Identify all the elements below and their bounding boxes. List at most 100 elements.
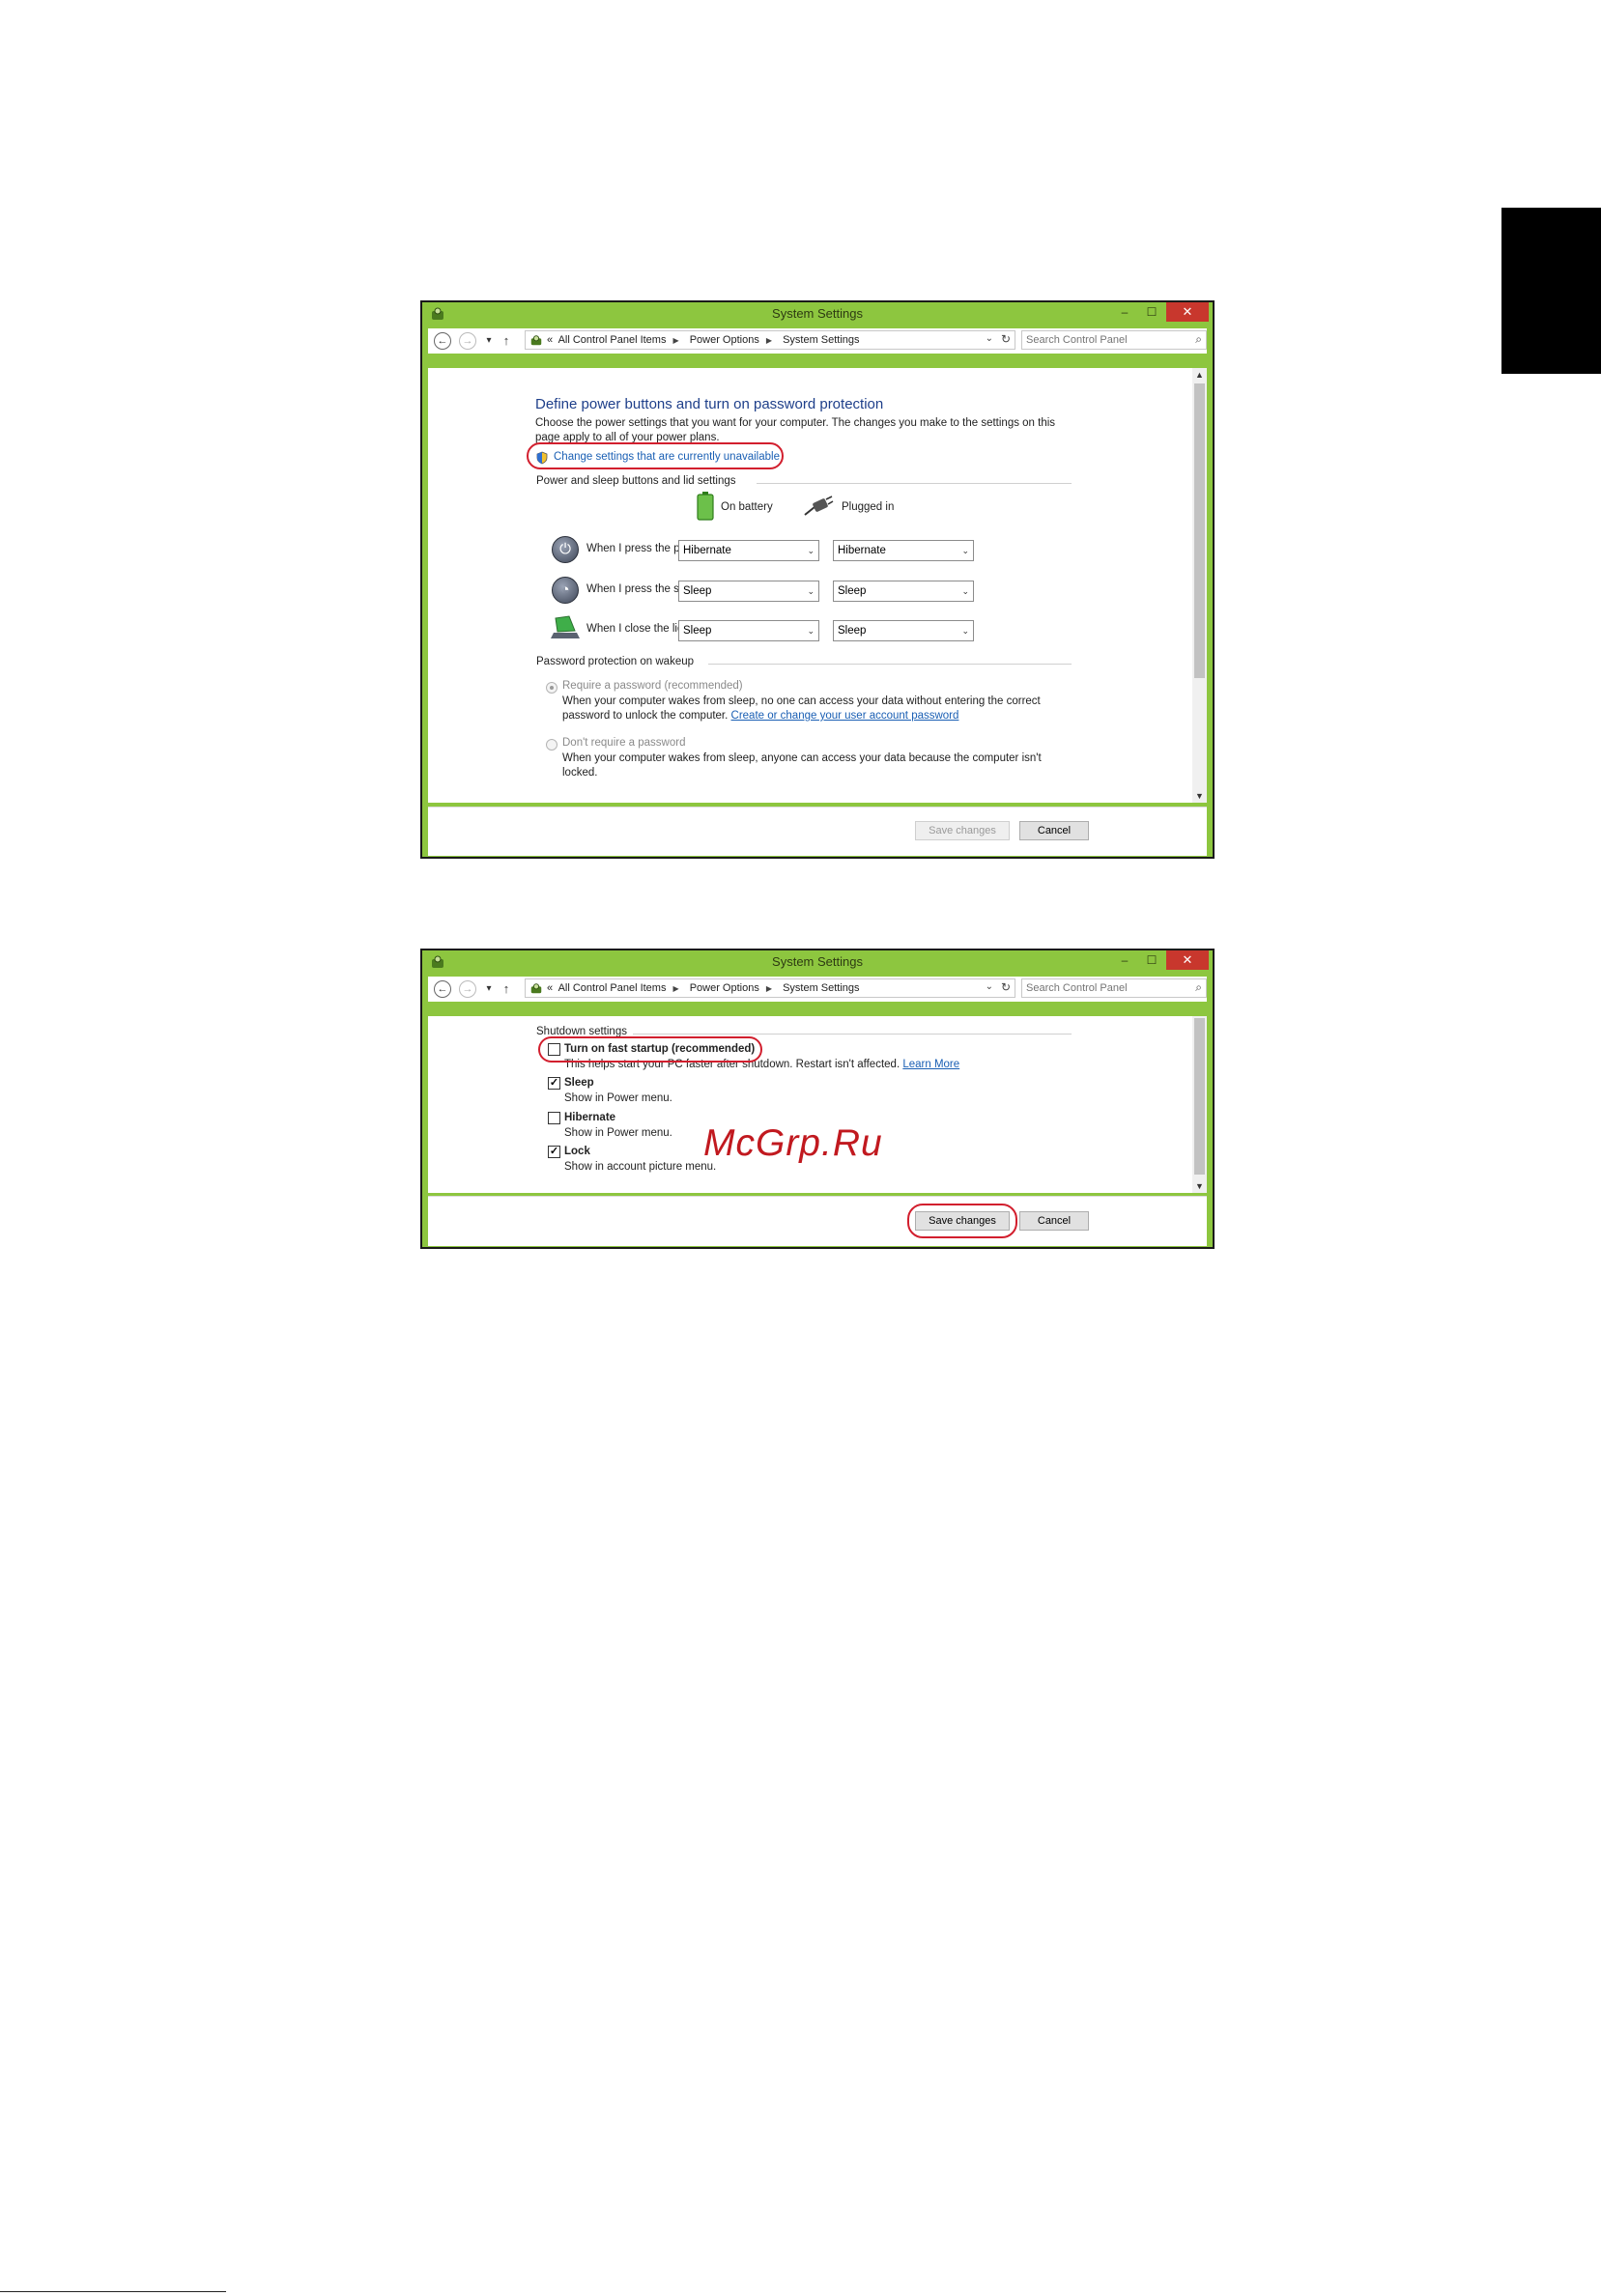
- close-lid-plugged-in-select[interactable]: Sleep ⌄: [833, 620, 974, 641]
- search-input[interactable]: [1026, 332, 1181, 348]
- close-lid-on-battery-select[interactable]: Sleep ⌄: [678, 620, 819, 641]
- scroll-down-icon[interactable]: ▼: [1192, 1179, 1207, 1193]
- require-password-description: When your computer wakes from sleep, no …: [562, 694, 1084, 723]
- dialog-footer: Save changes Cancel: [428, 1196, 1207, 1246]
- section-divider: [757, 483, 1072, 484]
- forward-button[interactable]: →: [459, 980, 476, 998]
- hibernate-label: Hibernate: [564, 1112, 616, 1123]
- recent-locations-button[interactable]: ▾: [480, 980, 498, 998]
- no-password-label: Don't require a password: [562, 737, 686, 749]
- no-password-description: When your computer wakes from sleep, any…: [562, 752, 1042, 779]
- learn-more-link[interactable]: Learn More: [902, 1059, 959, 1070]
- sleep-button-icon: ◔: [552, 577, 579, 604]
- search-box[interactable]: ⌕: [1021, 330, 1207, 350]
- highlight-oval: [907, 1204, 1017, 1238]
- cancel-button[interactable]: Cancel: [1019, 821, 1089, 840]
- close-button[interactable]: ✕: [1166, 302, 1209, 322]
- sleep-description: Show in Power menu.: [564, 1092, 672, 1104]
- sleep-button-on-battery-select[interactable]: Sleep ⌄: [678, 581, 819, 602]
- select-value: Sleep: [838, 625, 867, 637]
- select-value: Hibernate: [838, 545, 886, 556]
- chevron-down-icon[interactable]: ⌄: [986, 981, 993, 992]
- lock-description: Show in account picture menu.: [564, 1161, 717, 1173]
- search-box[interactable]: ⌕: [1021, 978, 1207, 998]
- scroll-down-icon[interactable]: ▼: [1192, 789, 1207, 803]
- section-divider: [708, 664, 1072, 665]
- search-icon[interactable]: ⌕: [1195, 332, 1202, 347]
- minimize-button[interactable]: –: [1114, 950, 1135, 970]
- select-value: Sleep: [683, 625, 712, 637]
- control-panel-icon: [530, 983, 542, 994]
- breadcrumb-overflow[interactable]: «: [547, 982, 553, 994]
- maximize-button[interactable]: ☐: [1141, 302, 1162, 322]
- forward-button[interactable]: →: [459, 332, 476, 350]
- chapter-tab: [1501, 208, 1601, 374]
- refresh-icon[interactable]: ↻: [1001, 980, 1011, 994]
- lock-checkbox[interactable]: ✓: [548, 1146, 560, 1158]
- refresh-icon[interactable]: ↻: [1001, 332, 1011, 346]
- breadcrumb-power-options[interactable]: Power Options: [690, 982, 759, 994]
- scroll-thumb[interactable]: [1194, 383, 1205, 678]
- address-bar[interactable]: « All Control Panel Items ▶ Power Options…: [525, 330, 1015, 350]
- breadcrumb-overflow[interactable]: «: [547, 334, 553, 346]
- hibernate-description: Show in Power menu.: [564, 1127, 672, 1139]
- back-button[interactable]: ←: [434, 332, 451, 350]
- breadcrumb-system-settings[interactable]: System Settings: [783, 982, 859, 994]
- sleep-button-plugged-in-select[interactable]: Sleep ⌄: [833, 581, 974, 602]
- section-divider: [633, 1034, 1072, 1035]
- breadcrumb-separator-icon: ▶: [765, 336, 772, 345]
- vertical-scrollbar[interactable]: ▲ ▼: [1192, 368, 1207, 803]
- lock-label: Lock: [564, 1146, 590, 1157]
- power-button-plugged-in-select[interactable]: Hibernate ⌄: [833, 540, 974, 561]
- chevron-down-icon: ⌄: [807, 546, 815, 555]
- sleep-checkbox[interactable]: ✓: [548, 1077, 560, 1090]
- back-button[interactable]: ←: [434, 980, 451, 998]
- require-password-label: Require a password (recommended): [562, 680, 743, 692]
- chevron-down-icon: ⌄: [961, 546, 969, 555]
- breadcrumb-all-control-panel-items[interactable]: All Control Panel Items: [558, 982, 667, 994]
- power-section-label: Power and sleep buttons and lid settings: [536, 475, 736, 487]
- up-button[interactable]: ↑: [498, 332, 515, 350]
- breadcrumb: « All Control Panel Items ▶ Power Options…: [547, 334, 863, 346]
- title-bar[interactable]: System Settings – ☐ ✕: [422, 950, 1213, 974]
- system-settings-window: System Settings – ☐ ✕ ← → ▾ ↑ « All Cont…: [420, 300, 1215, 859]
- title-bar[interactable]: System Settings – ☐ ✕: [422, 302, 1213, 326]
- search-icon[interactable]: ⌕: [1195, 980, 1202, 995]
- breadcrumb-separator-icon: ▶: [672, 336, 679, 345]
- close-button[interactable]: ✕: [1166, 950, 1209, 970]
- scroll-up-icon[interactable]: ▲: [1192, 368, 1207, 382]
- recent-locations-button[interactable]: ▾: [480, 332, 498, 350]
- vertical-scrollbar[interactable]: ▼: [1192, 1016, 1207, 1193]
- power-button-on-battery-select[interactable]: Hibernate ⌄: [678, 540, 819, 561]
- minimize-button[interactable]: –: [1114, 302, 1135, 322]
- breadcrumb-system-settings[interactable]: System Settings: [783, 334, 859, 346]
- battery-icon: [697, 492, 714, 521]
- chevron-down-icon: ⌄: [961, 586, 969, 596]
- select-value: Sleep: [838, 585, 867, 597]
- page-title: Define power buttons and turn on passwor…: [535, 396, 884, 412]
- search-input[interactable]: [1026, 980, 1181, 996]
- chevron-down-icon: ⌄: [807, 586, 815, 596]
- chevron-down-icon[interactable]: ⌄: [986, 333, 993, 344]
- maximize-button[interactable]: ☐: [1141, 950, 1162, 970]
- select-value: Hibernate: [683, 545, 731, 556]
- hibernate-checkbox[interactable]: [548, 1112, 560, 1124]
- power-button-icon: ⏻: [552, 536, 579, 563]
- save-changes-button[interactable]: Save changes: [915, 821, 1010, 840]
- breadcrumb-all-control-panel-items[interactable]: All Control Panel Items: [558, 334, 667, 346]
- address-bar[interactable]: « All Control Panel Items ▶ Power Options…: [525, 978, 1015, 998]
- select-value: Sleep: [683, 585, 712, 597]
- footer-rule: [0, 2291, 226, 2292]
- breadcrumb-power-options[interactable]: Power Options: [690, 334, 759, 346]
- chevron-down-icon: ⌄: [807, 626, 815, 636]
- laptop-lid-icon: [551, 615, 580, 638]
- create-password-link[interactable]: Create or change your user account passw…: [731, 710, 959, 722]
- no-password-radio[interactable]: [546, 739, 557, 751]
- up-button[interactable]: ↑: [498, 980, 515, 998]
- dialog-footer: Save changes Cancel: [428, 807, 1207, 856]
- require-password-radio[interactable]: [546, 682, 557, 694]
- scroll-thumb[interactable]: [1194, 1018, 1205, 1175]
- cancel-button[interactable]: Cancel: [1019, 1211, 1089, 1231]
- control-panel-icon: [530, 335, 542, 346]
- sleep-label: Sleep: [564, 1077, 594, 1089]
